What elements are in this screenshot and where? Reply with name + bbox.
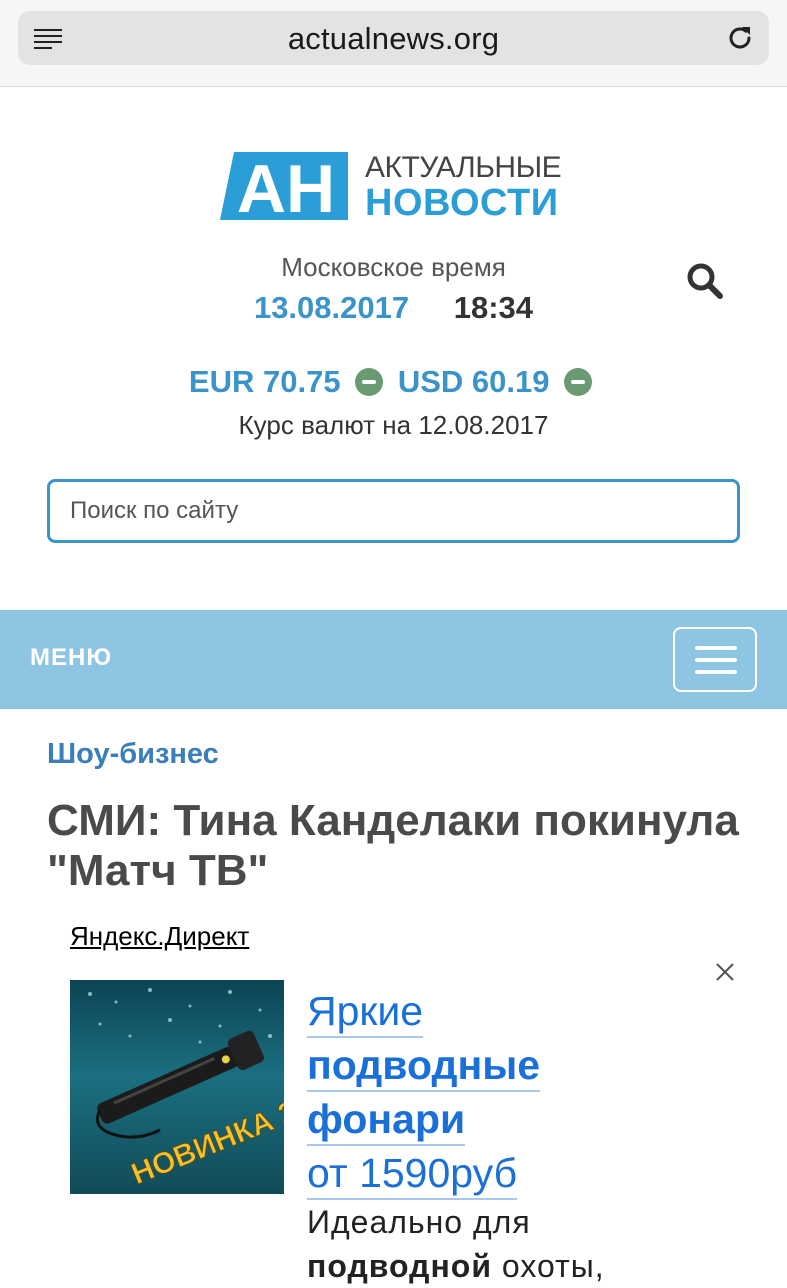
ad-body-bold: подводной [307, 1248, 492, 1284]
site-search-input[interactable] [47, 479, 740, 543]
time-label: Московское время [281, 252, 506, 282]
menu-toggle-button[interactable] [673, 627, 757, 692]
logo-line1: АКТУАЛЬНЫЕ [365, 151, 562, 184]
close-icon[interactable] [714, 961, 736, 983]
rates-date: Курс валют на 12.08.2017 [238, 410, 549, 440]
ad-image[interactable]: НОВИНКА 2017 [70, 980, 284, 1194]
currency-rates: EUR 70.75 USD 60.19 [0, 364, 787, 400]
ad-body-line: Идеально для [307, 1204, 531, 1240]
ad-body-text: Идеально для подводной охоты, [307, 1200, 727, 1288]
reload-icon[interactable] [725, 23, 755, 53]
site-logo[interactable]: АН АКТУАЛЬНЫЕ НОВОСТИ [220, 152, 570, 224]
logo-line2: НОВОСТИ [365, 182, 559, 224]
menu-label[interactable]: МЕНЮ [30, 644, 112, 672]
logo-badge-icon: АН [220, 152, 348, 220]
eur-trend-icon [355, 368, 384, 396]
usd-rate: USD 60.19 [397, 364, 550, 399]
article-headline: СМИ: Тина Канделаки покинула "Матч ТВ" [47, 796, 739, 895]
current-time: 18:34 [453, 290, 534, 325]
address-bar[interactable]: actualnews.org [18, 11, 769, 65]
ad-title-line[interactable]: подводные [307, 1040, 541, 1092]
ad-title-line[interactable]: Яркие [307, 986, 424, 1038]
ad-title-link[interactable]: Яркие подводные фонари от 1590руб [307, 984, 707, 1200]
ad-source-link[interactable]: Яндекс.Директ [70, 921, 249, 952]
usd-trend-icon [564, 368, 593, 396]
logo-badge-text: АН [237, 152, 335, 220]
url-text[interactable]: actualnews.org [18, 21, 769, 57]
date-time: 13.08.2017 18:34 [0, 290, 787, 326]
browser-toolbar: actualnews.org [0, 0, 787, 87]
nav-menu-bar: МЕНЮ [0, 610, 787, 709]
current-date: 13.08.2017 [253, 290, 410, 325]
article-category[interactable]: Шоу-бизнес [47, 738, 219, 771]
ad-title-line[interactable]: от 1590руб [307, 1148, 518, 1200]
ad-body-rest: охоты, [492, 1248, 605, 1284]
hamburger-line [695, 658, 737, 662]
search-icon[interactable] [684, 260, 726, 302]
eur-rate: EUR 70.75 [188, 364, 341, 399]
ad-title-line[interactable]: фонари [307, 1094, 466, 1146]
hamburger-line [695, 646, 737, 650]
hamburger-line [695, 670, 737, 674]
